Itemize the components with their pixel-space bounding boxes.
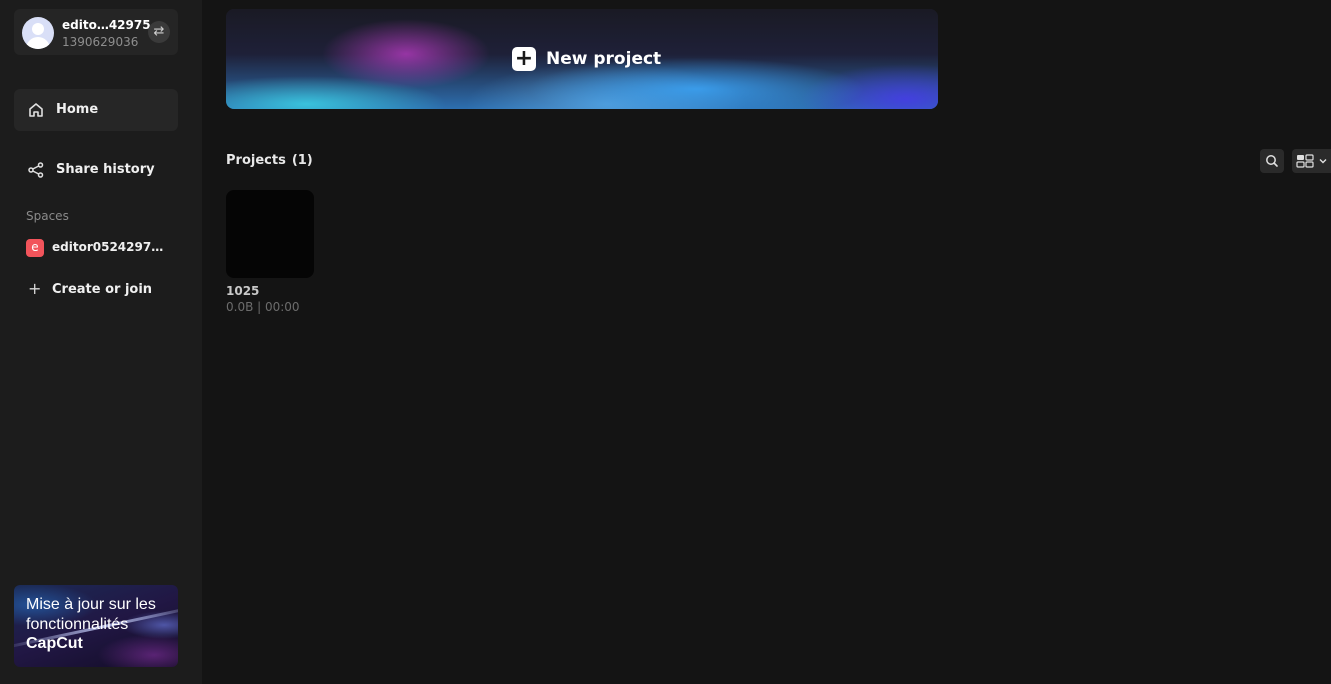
projects-heading: Projects (1) xyxy=(226,153,313,168)
create-or-join-label: Create or join xyxy=(52,282,153,297)
swap-icon: ⇄ xyxy=(153,24,165,39)
sidebar-item-home[interactable]: Home xyxy=(14,89,178,131)
avatar-head-shape xyxy=(32,23,44,35)
space-item[interactable]: e editor05242975’… xyxy=(26,239,176,259)
account-card[interactable]: edito…42975 1390629036 ⇄ xyxy=(14,9,178,55)
promo-text: Mise à jour sur les fonctionnalités xyxy=(26,596,156,633)
projects-count: (1) xyxy=(291,153,313,168)
plus-icon: + xyxy=(28,279,42,298)
plus-icon: + xyxy=(512,47,536,71)
sidebar: edito…42975 1390629036 ⇄ Home Share hist… xyxy=(0,0,202,684)
account-id: 1390629036 xyxy=(62,35,139,49)
space-badge: e xyxy=(26,239,44,257)
promo-brand: CapCut xyxy=(26,635,83,652)
sidebar-item-share-history[interactable]: Share history xyxy=(14,149,178,191)
view-mode-dropdown[interactable] xyxy=(1292,149,1331,173)
app-window: edito…42975 1390629036 ⇄ Home Share hist… xyxy=(0,0,1331,684)
avatar[interactable] xyxy=(22,17,54,49)
project-name: 1025 xyxy=(226,284,260,298)
sidebar-item-label: Share history xyxy=(56,162,155,177)
projects-title: Projects xyxy=(226,153,286,168)
search-icon xyxy=(1266,155,1278,167)
new-project-button[interactable]: + New project xyxy=(226,9,938,109)
grid-view-icon xyxy=(1296,154,1314,168)
create-or-join-button[interactable]: + Create or join xyxy=(26,279,176,301)
account-name: edito…42975 xyxy=(62,18,151,32)
promo-banner[interactable]: Mise à jour sur les fonctionnalités CapC… xyxy=(14,585,178,667)
home-icon xyxy=(29,103,43,117)
spaces-section-label: Spaces xyxy=(26,209,69,223)
project-thumbnail[interactable] xyxy=(226,190,314,278)
new-project-label: New project xyxy=(546,49,662,69)
project-meta: 0.0B | 00:00 xyxy=(226,300,300,314)
search-button[interactable] xyxy=(1260,149,1284,173)
avatar-body-shape xyxy=(26,37,50,49)
space-name: editor05242975’… xyxy=(52,240,170,254)
share-icon xyxy=(28,162,44,178)
switch-account-button[interactable]: ⇄ xyxy=(148,21,170,43)
sidebar-item-label: Home xyxy=(56,102,99,117)
chevron-down-icon xyxy=(1319,159,1327,164)
